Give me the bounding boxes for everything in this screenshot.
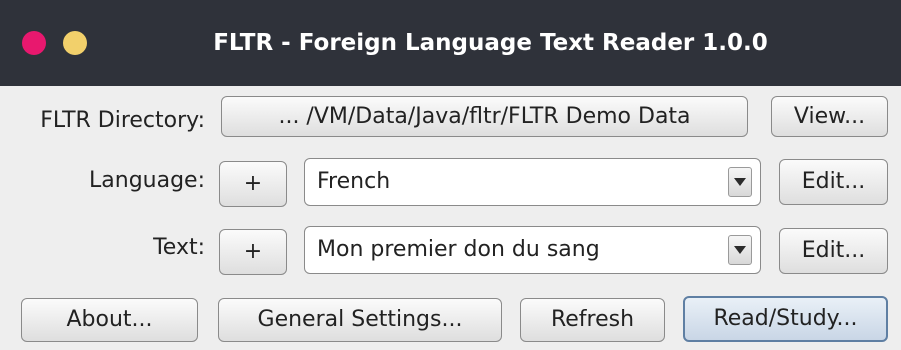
app-window: FLTR - Foreign Language Text Reader 1.0.… [0, 0, 901, 350]
edit-language-button[interactable]: Edit... [779, 159, 888, 205]
general-settings-button[interactable]: General Settings... [218, 298, 502, 342]
text-label: Text: [153, 235, 205, 260]
add-text-button[interactable]: + [219, 229, 287, 275]
refresh-button[interactable]: Refresh [520, 298, 665, 342]
window-title: FLTR - Foreign Language Text Reader 1.0.… [213, 30, 768, 56]
language-selected-value: French [317, 169, 391, 194]
chevron-down-icon[interactable] [728, 235, 752, 265]
language-label: Language: [89, 168, 205, 193]
directory-path-button[interactable]: ... /VM/Data/Java/fltr/FLTR Demo Data [221, 96, 748, 137]
chevron-down-icon[interactable] [728, 167, 752, 197]
language-select[interactable]: French [304, 158, 761, 206]
add-language-button[interactable]: + [219, 161, 287, 207]
text-select[interactable]: Mon premier don du sang [304, 226, 761, 274]
text-selected-value: Mon premier don du sang [317, 237, 600, 262]
minimize-window-button[interactable] [63, 31, 87, 55]
directory-label: FLTR Directory: [40, 108, 205, 133]
title-bar: FLTR - Foreign Language Text Reader 1.0.… [0, 0, 901, 86]
view-directory-button[interactable]: View... [771, 96, 888, 137]
close-window-button[interactable] [22, 31, 46, 55]
about-button[interactable]: About... [21, 298, 198, 342]
read-study-button[interactable]: Read/Study... [683, 296, 888, 342]
edit-text-button[interactable]: Edit... [779, 228, 888, 274]
